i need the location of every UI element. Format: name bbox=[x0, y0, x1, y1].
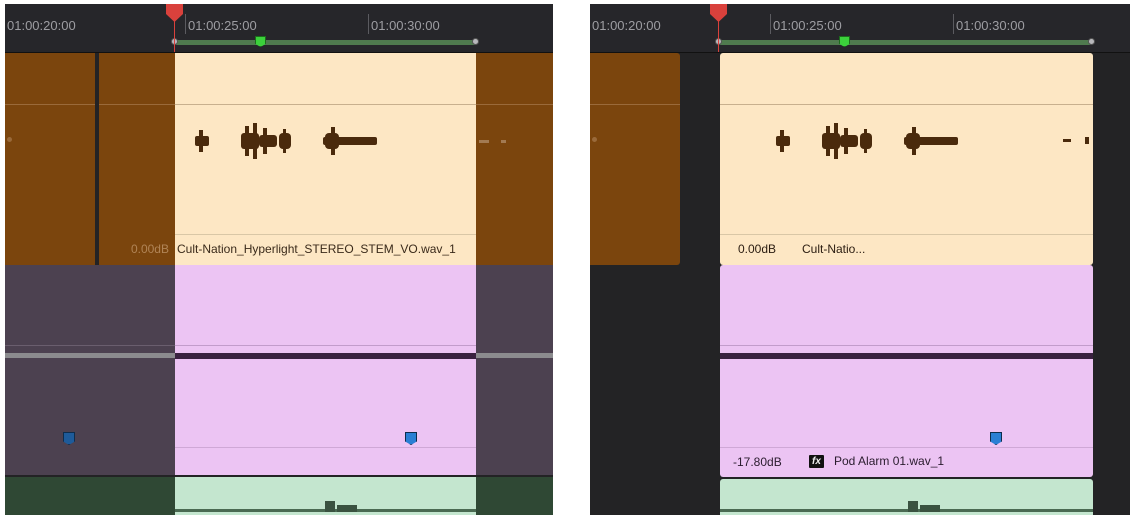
timecode-ruler[interactable]: 01:00:20:00 01:00:25:00 01:00:30:00 bbox=[590, 4, 1130, 53]
music-clip-selected[interactable] bbox=[175, 477, 476, 515]
music-clip-left[interactable] bbox=[5, 477, 175, 515]
waveform bbox=[195, 123, 377, 159]
waveform bbox=[776, 123, 1089, 159]
waveform bbox=[476, 353, 553, 358]
clip-name: Pod Alarm 01.wav_1 bbox=[834, 454, 945, 468]
timecode-label: 01:00:25:00 bbox=[188, 18, 257, 33]
range-out-handle[interactable] bbox=[1088, 38, 1095, 45]
vo-clip-trimmed[interactable]: 0.00dB bbox=[99, 53, 175, 265]
ruler-tick bbox=[953, 14, 954, 34]
vo-clip-left[interactable] bbox=[5, 53, 95, 265]
timecode-label: 01:00:30:00 bbox=[956, 18, 1025, 33]
playhead-icon[interactable] bbox=[166, 4, 183, 24]
vo-clip-right[interactable] bbox=[476, 53, 553, 265]
music-clip-right[interactable] bbox=[476, 477, 553, 515]
sfx-clip-selected[interactable] bbox=[175, 265, 476, 475]
timecode-ruler[interactable]: 01:00:20:00 01:00:25:00 01:00:30:00 bbox=[5, 4, 553, 53]
range-marker[interactable] bbox=[839, 36, 850, 47]
vo-clip-selected[interactable]: 0.00dB Cult-Natio... bbox=[720, 53, 1093, 265]
clip-name: Cult-Nation_Hyperlight_STEREO_STEM_VO.wa… bbox=[177, 242, 456, 256]
waveform bbox=[5, 353, 175, 358]
waveform bbox=[479, 140, 506, 143]
volume-line[interactable] bbox=[590, 104, 680, 105]
timeline-panel-after: 01:00:20:00 01:00:25:00 01:00:30:00 0.00… bbox=[590, 4, 1130, 515]
ruler-tick bbox=[185, 14, 186, 34]
clip-volume-db: -17.80dB bbox=[733, 455, 782, 469]
vo-clip-left[interactable] bbox=[590, 53, 680, 265]
timecode-label: 01:00:20:00 bbox=[7, 18, 76, 33]
volume-line[interactable] bbox=[99, 104, 175, 105]
in-out-range-bar[interactable] bbox=[175, 40, 476, 45]
sfx-clip-left[interactable] bbox=[5, 265, 175, 475]
music-clip-selected[interactable] bbox=[720, 479, 1093, 515]
waveform bbox=[720, 501, 1093, 512]
range-marker[interactable] bbox=[255, 36, 266, 47]
edit-point-dot bbox=[7, 137, 12, 142]
edit-point-dot bbox=[592, 137, 597, 142]
volume-line[interactable] bbox=[5, 104, 95, 105]
waveform bbox=[720, 353, 1093, 359]
range-out-handle[interactable] bbox=[472, 38, 479, 45]
ruler-tick bbox=[770, 14, 771, 34]
timecode-label: 01:00:30:00 bbox=[371, 18, 440, 33]
clip-volume-db: 0.00dB bbox=[130, 242, 169, 256]
playhead-icon[interactable] bbox=[710, 4, 727, 24]
clip-volume-db: 0.00dB bbox=[738, 242, 777, 256]
sfx-clip-selected[interactable]: -17.80dB fx Pod Alarm 01.wav_1 bbox=[720, 265, 1093, 477]
vo-clip-selected[interactable]: Cult-Nation_Hyperlight_STEREO_STEM_VO.wa… bbox=[175, 53, 476, 265]
in-out-range-bar[interactable] bbox=[719, 40, 1091, 45]
timecode-label: 01:00:20:00 bbox=[592, 18, 661, 33]
waveform bbox=[175, 353, 476, 359]
waveform bbox=[175, 501, 476, 512]
sfx-clip-right[interactable] bbox=[476, 265, 553, 475]
clip-name: Cult-Natio... bbox=[802, 242, 866, 256]
fx-badge-icon[interactable]: fx bbox=[809, 455, 824, 468]
ruler-tick bbox=[368, 14, 369, 34]
timeline-panel-before: 01:00:20:00 01:00:25:00 01:00:30:00 0.00… bbox=[5, 4, 553, 515]
timecode-label: 01:00:25:00 bbox=[773, 18, 842, 33]
